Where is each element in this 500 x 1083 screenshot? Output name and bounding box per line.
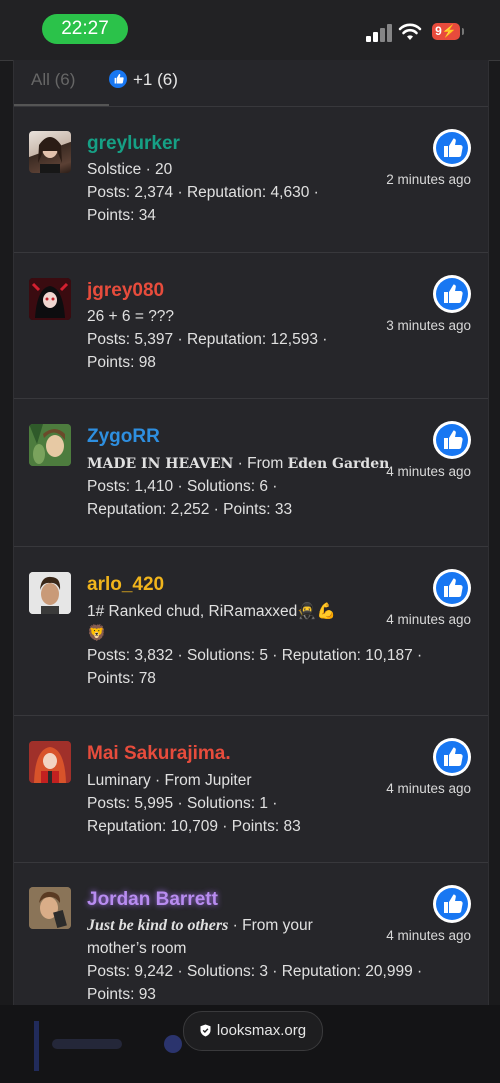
avatar[interactable] — [29, 278, 71, 320]
user-points: Points: 34 — [87, 207, 156, 224]
user-title: MADE IN HEAVEN · From Eden Garden — [87, 455, 389, 473]
avatar[interactable] — [29, 572, 71, 614]
user-title: 26 + 6 = ??? — [87, 308, 175, 325]
reaction-row: jgrey080 26 + 6 = ??? Posts: 5,397 · Rep… — [14, 252, 488, 399]
location-prefix: · From your — [228, 917, 313, 934]
cellular-signal-icon — [366, 24, 392, 42]
reaction-time[interactable]: 4 minutes ago — [386, 612, 471, 627]
like-reaction-icon — [433, 421, 471, 459]
user-title-emoji: 🦁 — [87, 625, 107, 642]
reactions-panel: All (6) +1 (6) greylurker Solstice · 20 … — [13, 60, 489, 1010]
address-bar[interactable]: looksmax.org — [183, 1011, 323, 1051]
user-stats: Posts: 5,397 · Reputation: 12,593 · — [87, 331, 328, 348]
status-time[interactable]: 22:27 — [42, 14, 128, 44]
reaction-time[interactable]: 3 minutes ago — [386, 318, 471, 333]
tab-all[interactable]: All (6) — [14, 60, 109, 106]
user-title: Just be kind to others · From your — [87, 917, 313, 935]
username-link[interactable]: greylurker — [87, 133, 180, 155]
status-bar: 22:27 9⚡ — [0, 0, 500, 61]
user-title: Luminary · From Jupiter — [87, 772, 252, 789]
blurred-quote-bar — [34, 1021, 39, 1071]
user-title: 1# Ranked chud, RiRamaxxed🥷💪 — [87, 603, 336, 620]
like-reaction-icon — [433, 275, 471, 313]
reaction-tabs: All (6) +1 (6) — [14, 60, 488, 107]
username-link[interactable]: ZygoRR — [87, 426, 160, 448]
user-stats: Posts: 9,242 · Solutions: 3 · Reputation… — [87, 963, 423, 980]
blurred-text — [52, 1039, 122, 1049]
user-title: Solstice · 20 — [87, 161, 173, 178]
like-reaction-icon — [433, 569, 471, 607]
user-points: Reputation: 10,709 · Points: 83 — [87, 818, 301, 835]
reaction-time[interactable]: 4 minutes ago — [386, 781, 471, 796]
avatar[interactable] — [29, 741, 71, 783]
like-reaction-icon — [433, 738, 471, 776]
custom-title: Just be kind to others — [87, 917, 229, 934]
reaction-time[interactable]: 4 minutes ago — [386, 928, 471, 943]
location-prefix: · From — [233, 455, 288, 472]
reaction-time[interactable]: 4 minutes ago — [386, 464, 471, 479]
location: Eden Garden — [287, 456, 390, 472]
username-link[interactable]: Mai Sakurajima. — [87, 743, 231, 765]
username-link[interactable]: Jordan Barrett — [87, 889, 218, 911]
battery-icon: 9⚡ — [432, 23, 464, 40]
user-points: Reputation: 2,252 · Points: 33 — [87, 501, 293, 518]
wifi-icon — [398, 23, 422, 40]
avatar[interactable] — [29, 887, 71, 929]
url-text: looksmax.org — [216, 1022, 307, 1039]
reaction-row: ZygoRR MADE IN HEAVEN · From Eden Garden… — [14, 398, 488, 547]
shield-icon — [200, 1024, 211, 1037]
user-points: Points: 93 — [87, 986, 156, 1003]
reaction-row: Jordan Barrett Just be kind to others · … — [14, 862, 488, 1012]
user-points: Points: 98 — [87, 354, 156, 371]
avatar[interactable] — [29, 131, 71, 173]
like-reaction-icon — [433, 129, 471, 167]
tab-like[interactable]: +1 (6) — [109, 60, 178, 106]
blurred-icon — [164, 1035, 182, 1053]
reaction-row: arlo_420 1# Ranked chud, RiRamaxxed🥷💪 🦁 … — [14, 546, 488, 716]
username-link[interactable]: arlo_420 — [87, 574, 164, 596]
location: mother’s room — [87, 940, 187, 957]
reaction-row: greylurker Solstice · 20 Posts: 2,374 · … — [14, 106, 488, 253]
username-link[interactable]: jgrey080 — [87, 280, 164, 302]
battery-level: 9 — [435, 24, 442, 38]
user-stats: Posts: 1,410 · Solutions: 6 · — [87, 478, 278, 495]
reaction-time[interactable]: 2 minutes ago — [386, 172, 471, 187]
like-icon — [109, 70, 127, 88]
like-reaction-icon — [433, 885, 471, 923]
avatar[interactable] — [29, 424, 71, 466]
user-stats: Posts: 5,995 · Solutions: 1 · — [87, 795, 278, 812]
user-points: Points: 78 — [87, 670, 156, 687]
reaction-row: Mai Sakurajima. Luminary · From Jupiter … — [14, 715, 488, 863]
custom-title: MADE IN HEAVEN — [87, 456, 234, 472]
user-stats: Posts: 2,374 · Reputation: 4,630 · — [87, 184, 319, 201]
tab-like-label: +1 (6) — [133, 70, 178, 89]
user-stats: Posts: 3,832 · Solutions: 5 · Reputation… — [87, 647, 423, 664]
